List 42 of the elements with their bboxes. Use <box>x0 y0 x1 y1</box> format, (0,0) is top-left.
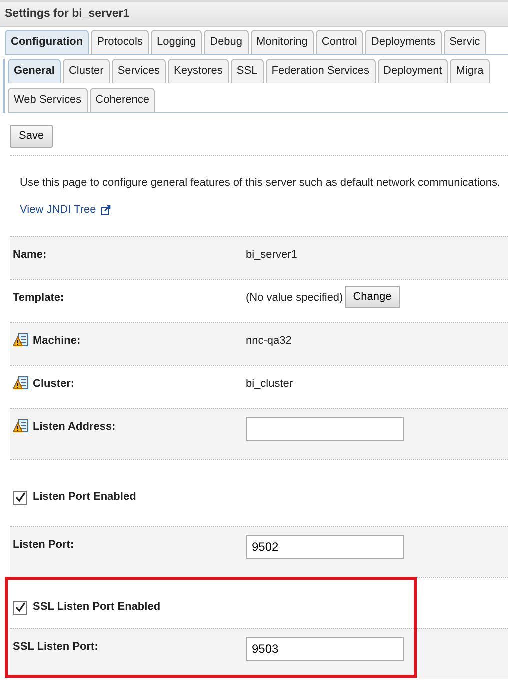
field-value: (No value specified) <box>246 290 344 306</box>
description-text: Use this page to configure general features of this server such as default network communications. <box>20 176 502 190</box>
sub-tab[interactable]: Web Services <box>8 88 88 112</box>
sub-tab[interactable]: General <box>8 59 61 83</box>
tab[interactable]: Monitoring <box>250 30 314 54</box>
input-field[interactable]: 9503 <box>246 636 404 660</box>
field-label: Template: <box>13 290 64 306</box>
jndi-tree-link[interactable]: View JNDI Tree <box>20 202 96 218</box>
field-label: Name: <box>13 248 47 262</box>
field-label: SSL Listen Port Enabled <box>33 600 161 616</box>
field-label: Listen Address: <box>33 420 116 434</box>
tab[interactable]: Logging <box>150 30 202 54</box>
page-title: Settings for bi_server1 <box>0 0 508 27</box>
checkbox[interactable] <box>13 600 27 614</box>
save-button[interactable]: Save <box>10 125 54 148</box>
sub-tab[interactable]: Services <box>112 59 166 83</box>
field-label: SSL Listen Port: <box>13 640 98 654</box>
sub-tab[interactable]: Federation Services <box>266 59 376 83</box>
tab[interactable]: Protocols <box>91 30 149 54</box>
sub-tab[interactable]: Migra <box>450 59 490 83</box>
external-link-icon[interactable] <box>101 205 112 216</box>
sub-tab[interactable]: Coherence <box>90 88 156 112</box>
input-field[interactable]: 9502 <box>246 534 404 558</box>
field-label: Listen Port Enabled <box>33 490 136 506</box>
field-label: Machine: <box>33 334 81 348</box>
tab[interactable]: Servic <box>444 30 486 54</box>
tab[interactable]: Configuration <box>5 30 90 54</box>
field-value: bi_cluster <box>246 376 294 392</box>
checkbox[interactable] <box>13 490 27 504</box>
change-button[interactable]: Change <box>345 286 400 308</box>
tab[interactable]: Deployments <box>365 30 442 54</box>
field-label: Cluster: <box>33 376 75 392</box>
field-value: bi_server1 <box>246 248 298 262</box>
input-field[interactable] <box>246 416 404 440</box>
sub-tab[interactable]: Deployment <box>378 59 448 83</box>
tab[interactable]: Control <box>316 30 364 54</box>
field-label: Listen Port: <box>13 538 74 552</box>
tab[interactable]: Debug <box>204 30 249 54</box>
field-value: nnc-qa32 <box>246 334 292 348</box>
sub-tab[interactable]: Keystores <box>168 59 229 83</box>
sub-tab[interactable]: SSL <box>230 59 264 83</box>
sub-tab[interactable]: Cluster <box>62 59 110 83</box>
